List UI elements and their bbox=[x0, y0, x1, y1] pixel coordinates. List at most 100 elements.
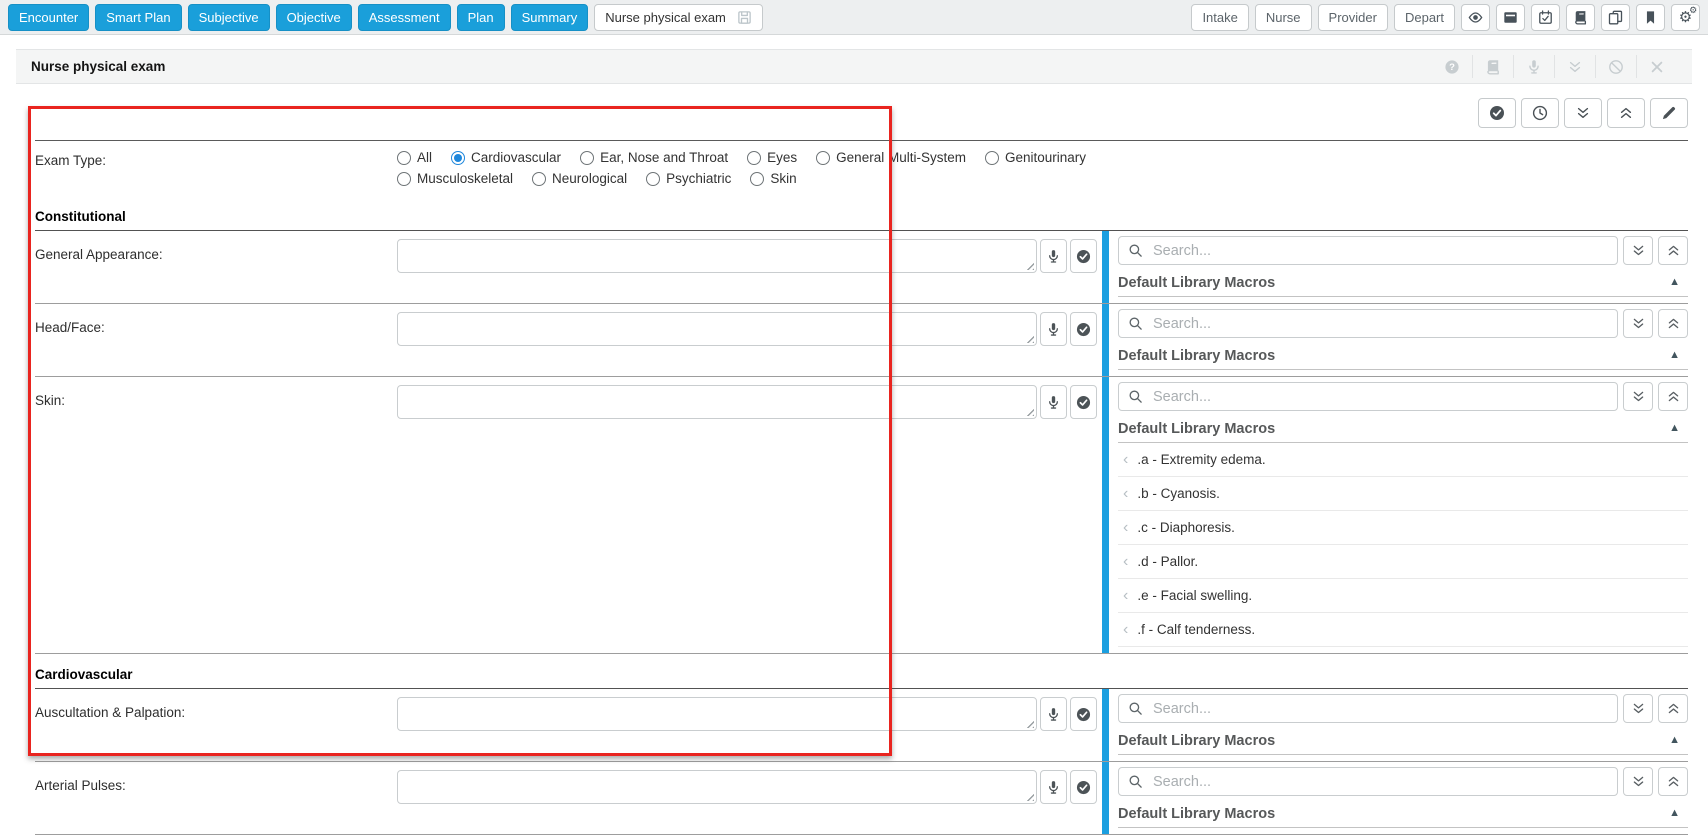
radio-option-label: Genitourinary bbox=[1005, 150, 1086, 165]
nav-button-smart-plan[interactable]: Smart Plan bbox=[95, 4, 181, 31]
exam-type-option-all[interactable]: All bbox=[397, 150, 432, 165]
confirm-button[interactable] bbox=[1070, 697, 1097, 731]
expand-all-button[interactable] bbox=[1564, 98, 1602, 128]
calendar-check-button[interactable] bbox=[1531, 4, 1560, 31]
macro-item-d-pallor[interactable]: ‹.d - Pallor. bbox=[1118, 545, 1688, 579]
expand-all-button[interactable] bbox=[1623, 382, 1653, 411]
stage-button-depart[interactable]: Depart bbox=[1394, 4, 1455, 31]
macro-library-header[interactable]: Default Library Macros▲ bbox=[1118, 727, 1688, 755]
nav-button-objective[interactable]: Objective bbox=[276, 4, 352, 31]
header-help-button[interactable]: ? bbox=[1432, 59, 1472, 75]
exam-type-option-genitourinary[interactable]: Genitourinary bbox=[985, 150, 1086, 165]
field-controls bbox=[397, 689, 1097, 761]
macro-item-f-calf-tenderness[interactable]: ‹.f - Calf tenderness. bbox=[1118, 613, 1688, 647]
exam-type-option-row: All Cardiovascular Ear, Nose and Throat Eye… bbox=[397, 150, 1086, 165]
macro-search-input[interactable] bbox=[1151, 700, 1608, 718]
top-toolbar: EncounterSmart Plan SubjectiveObjectiveAs… bbox=[0, 0, 1708, 35]
confirm-button[interactable] bbox=[1070, 385, 1097, 419]
confirm-button[interactable] bbox=[1070, 239, 1097, 273]
collapse-all-button[interactable] bbox=[1658, 382, 1688, 411]
macro-panel: Default Library Macros▲‹.a - Extremity e… bbox=[1102, 377, 1688, 653]
macro-panel: Default Library Macros▲ bbox=[1102, 231, 1688, 303]
microphone-button[interactable] bbox=[1040, 770, 1067, 804]
microphone-button[interactable] bbox=[1040, 385, 1067, 419]
collapse-all-button[interactable] bbox=[1607, 98, 1645, 128]
gears-button[interactable]: ⚙ bbox=[1671, 4, 1700, 31]
macro-item-b-cyanosis[interactable]: ‹.b - Cyanosis. bbox=[1118, 477, 1688, 511]
insert-macro-icon: ‹ bbox=[1123, 520, 1128, 536]
microphone-icon bbox=[1046, 395, 1061, 410]
expand-all-button[interactable] bbox=[1623, 767, 1653, 796]
stage-buttons: Intake NurseProviderDepart bbox=[1191, 4, 1455, 31]
macro-search-input[interactable] bbox=[1151, 315, 1608, 333]
book-button[interactable] bbox=[1566, 4, 1595, 31]
exam-type-option-musculoskeletal[interactable]: Musculoskeletal bbox=[397, 171, 513, 186]
radio-unchecked-icon bbox=[985, 151, 999, 165]
nav-button-assessment[interactable]: Assessment bbox=[358, 4, 451, 31]
exam-form: Exam Type: AllCardiovascularEar, Nose an… bbox=[35, 140, 1688, 835]
stage-button-intake[interactable]: Intake bbox=[1191, 4, 1248, 31]
nav-button-summary[interactable]: Summary bbox=[511, 4, 589, 31]
check-circle-icon bbox=[1076, 780, 1091, 795]
field-controls bbox=[397, 304, 1097, 376]
header-close-button[interactable] bbox=[1637, 59, 1677, 75]
macro-item-label: .a - Extremity edema. bbox=[1137, 452, 1265, 467]
clock-button[interactable] bbox=[1521, 98, 1559, 128]
macro-library-header[interactable]: Default Library Macros▲ bbox=[1118, 800, 1688, 828]
macro-item-c-diaphoresis[interactable]: ‹.c - Diaphoresis. bbox=[1118, 511, 1688, 545]
macro-search-input[interactable] bbox=[1151, 773, 1608, 791]
copy-button[interactable] bbox=[1601, 4, 1630, 31]
collapse-all-button[interactable] bbox=[1658, 767, 1688, 796]
textarea-wrap bbox=[397, 312, 1037, 346]
eye-button[interactable] bbox=[1461, 4, 1490, 31]
header-book-button[interactable] bbox=[1473, 59, 1513, 75]
radio-unchecked-icon bbox=[397, 151, 411, 165]
document-tab[interactable]: Nurse physical exam bbox=[594, 4, 763, 31]
check-circle-button[interactable] bbox=[1478, 98, 1516, 128]
stage-button-provider[interactable]: Provider bbox=[1318, 4, 1388, 31]
skin-textarea[interactable] bbox=[397, 385, 1037, 419]
exam-type-option-general-multi-system[interactable]: General Multi-System bbox=[816, 150, 966, 165]
collapse-all-button[interactable] bbox=[1658, 309, 1688, 338]
expand-all-button[interactable] bbox=[1623, 694, 1653, 723]
panel-header: Nurse physical exam ? bbox=[16, 49, 1692, 84]
arterial-pulses-textarea[interactable] bbox=[397, 770, 1037, 804]
collapse-all-button[interactable] bbox=[1658, 236, 1688, 265]
confirm-button[interactable] bbox=[1070, 312, 1097, 346]
macro-library-header[interactable]: Default Library Macros▲ bbox=[1118, 415, 1688, 443]
archive-button[interactable] bbox=[1496, 4, 1525, 31]
exam-type-option-skin[interactable]: Skin bbox=[750, 171, 796, 186]
exam-type-option-cardiovascular[interactable]: Cardiovascular bbox=[451, 150, 561, 165]
macro-item-a-extremity-edema[interactable]: ‹.a - Extremity edema. bbox=[1118, 443, 1688, 477]
microphone-button[interactable] bbox=[1040, 697, 1067, 731]
expand-all-button[interactable] bbox=[1623, 309, 1653, 338]
nav-button-encounter[interactable]: Encounter bbox=[8, 4, 89, 31]
microphone-button[interactable] bbox=[1040, 312, 1067, 346]
general-appearance-textarea[interactable] bbox=[397, 239, 1037, 273]
edit-button[interactable] bbox=[1650, 98, 1688, 128]
header-block-button[interactable] bbox=[1596, 59, 1636, 75]
expand-all-button[interactable] bbox=[1623, 236, 1653, 265]
macro-library-header[interactable]: Default Library Macros▲ bbox=[1118, 342, 1688, 370]
header-expand-all-button[interactable] bbox=[1555, 59, 1595, 75]
exam-type-option-ear-nose-and-throat[interactable]: Ear, Nose and Throat bbox=[580, 150, 728, 165]
stage-button-nurse[interactable]: Nurse bbox=[1255, 4, 1312, 31]
exam-type-option-eyes[interactable]: Eyes bbox=[747, 150, 797, 165]
header-microphone-button[interactable] bbox=[1514, 59, 1554, 75]
expand-all-icon bbox=[1631, 243, 1646, 258]
collapse-all-button[interactable] bbox=[1658, 694, 1688, 723]
nav-button-subjective[interactable]: Subjective bbox=[188, 4, 270, 31]
confirm-button[interactable] bbox=[1070, 770, 1097, 804]
exam-type-option-neurological[interactable]: Neurological bbox=[532, 171, 627, 186]
macro-search-input[interactable] bbox=[1151, 388, 1608, 406]
auscultation-palpation-textarea[interactable] bbox=[397, 697, 1037, 731]
nav-button-plan[interactable]: Plan bbox=[457, 4, 505, 31]
head-face-textarea[interactable] bbox=[397, 312, 1037, 346]
exam-type-option-psychiatric[interactable]: Psychiatric bbox=[646, 171, 731, 186]
microphone-button[interactable] bbox=[1040, 239, 1067, 273]
macro-item-label: .b - Cyanosis. bbox=[1137, 486, 1220, 501]
bookmark-button[interactable] bbox=[1636, 4, 1665, 31]
macro-library-header[interactable]: Default Library Macros▲ bbox=[1118, 269, 1688, 297]
macro-search-input[interactable] bbox=[1151, 242, 1608, 260]
macro-item-e-facial-swelling[interactable]: ‹.e - Facial swelling. bbox=[1118, 579, 1688, 613]
